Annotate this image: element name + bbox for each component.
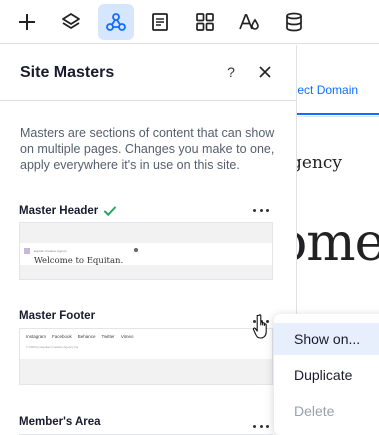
apps-button[interactable]	[187, 4, 223, 40]
help-button[interactable]: ?	[222, 63, 240, 81]
social-link: Behance	[77, 334, 96, 339]
pages-button[interactable]	[142, 4, 178, 40]
social-link: Instagram	[26, 334, 47, 339]
close-icon	[259, 66, 271, 78]
help-icon: ?	[227, 64, 235, 80]
master-header-label: Master Header	[19, 205, 99, 217]
theme-button[interactable]	[231, 4, 267, 40]
database-icon	[286, 12, 302, 32]
theme-icon	[239, 14, 259, 30]
menu-item-duplicate[interactable]: Duplicate	[274, 359, 379, 391]
master-item-title: Member's Area	[19, 416, 101, 428]
tab-underline	[296, 113, 379, 115]
master-header-more-button[interactable]	[253, 205, 269, 215]
logo-icon	[24, 248, 30, 254]
checkmark-icon	[104, 206, 117, 217]
master-header-preview[interactable]: Equitan Creative Agency Welcome to Equit…	[19, 222, 273, 280]
panel-description: Masters are sections of content that can…	[20, 126, 275, 172]
plus-icon	[19, 14, 35, 30]
master-item-title: Master Footer	[19, 310, 95, 322]
social-link: Vimeo	[120, 334, 134, 339]
pages-icon	[152, 13, 168, 31]
master-footer-preview[interactable]: Instagram Facebook Behance Twitter Vimeo…	[19, 328, 273, 385]
editor-toolbar	[0, 0, 379, 44]
footer-social-links: Instagram Facebook Behance Twitter Vimeo	[26, 334, 134, 339]
cms-button[interactable]	[276, 4, 312, 40]
add-elements-button[interactable]	[9, 4, 45, 40]
menu-item-show-on[interactable]: Show on...	[274, 323, 379, 355]
social-link: Twitter	[101, 334, 115, 339]
master-item-title: Master Header	[19, 204, 117, 218]
site-masters-icon	[106, 13, 126, 31]
header-preview-strip: Equitan Creative Agency Welcome to Equit…	[20, 243, 272, 266]
site-masters-button[interactable]	[98, 4, 134, 40]
layers-button[interactable]	[53, 4, 89, 40]
menu-item-delete[interactable]: Delete	[274, 395, 379, 427]
more-icon	[253, 424, 256, 428]
master-footer-label: Master Footer	[19, 310, 96, 322]
cart-icon	[134, 248, 138, 252]
social-link: Facebook	[52, 334, 72, 339]
canvas-subheading: gency	[296, 153, 343, 173]
layers-icon	[62, 13, 80, 29]
members-area-label: Member's Area	[19, 416, 101, 428]
apps-icon	[196, 13, 214, 31]
panel-title: Site Masters	[20, 64, 115, 81]
connect-domain-link[interactable]: nnect Domain	[296, 83, 358, 97]
footer-preview-strip: Instagram Facebook Behance Twitter Vimeo…	[20, 329, 272, 359]
close-button[interactable]	[256, 63, 274, 81]
footer-copyright: © 2023 by Equitan Creative Agency Inc.	[26, 345, 80, 349]
hand-cursor-icon	[252, 314, 267, 339]
site-masters-panel: Site Masters ? Masters are sections of c…	[0, 45, 296, 435]
preview-site-name: Equitan Creative Agency	[34, 249, 67, 253]
preview-welcome-text: Welcome to Equitan.	[34, 256, 124, 266]
canvas-heading: ome	[296, 213, 379, 273]
panel-header: Site Masters ?	[0, 45, 296, 101]
more-icon	[253, 208, 256, 212]
master-context-menu: Show on... Duplicate Delete	[274, 314, 379, 435]
canvas-top-bar: nnect Domain	[296, 45, 379, 117]
members-area-more-button[interactable]	[253, 421, 269, 431]
